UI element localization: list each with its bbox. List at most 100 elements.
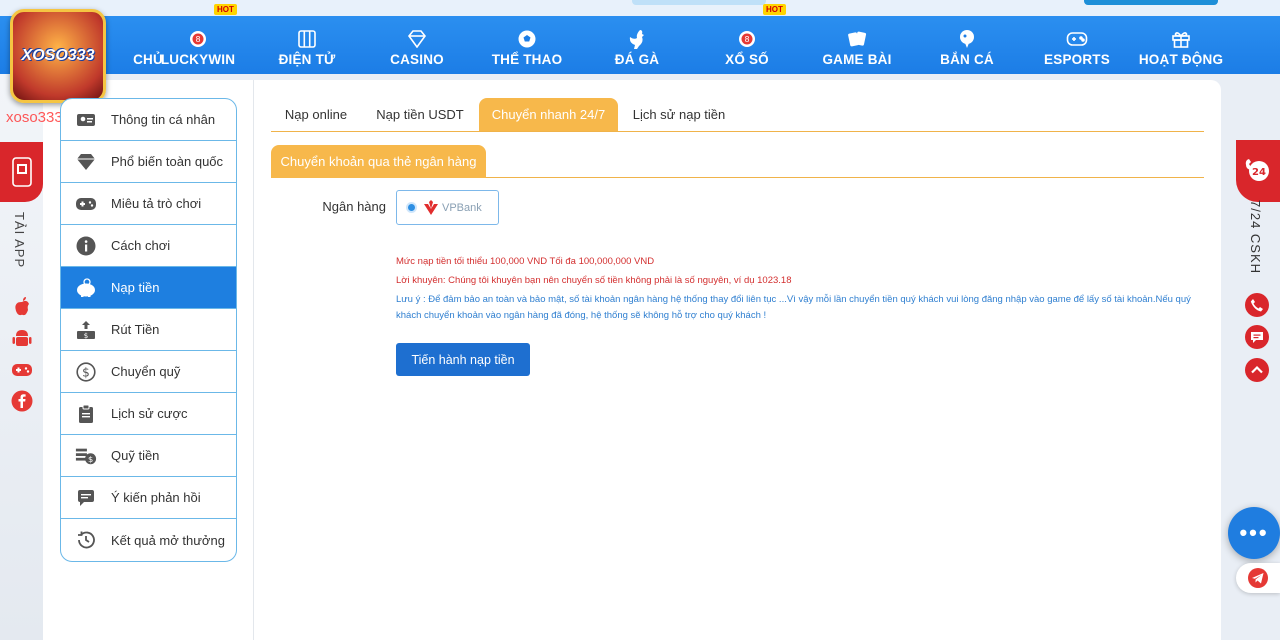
nav-item-luckywin[interactable]: HOT 8 LUCKYWIN <box>143 4 253 74</box>
top-pill-right[interactable] <box>1084 0 1218 5</box>
qr-phone-icon <box>11 157 32 187</box>
menu-item-withdraw[interactable]: $ Rút Tiền <box>61 309 236 351</box>
submit-deposit-button[interactable]: Tiến hành nạp tiền <box>396 343 530 376</box>
menu-label: Lịch sử cược <box>111 406 188 421</box>
android-icon[interactable] <box>10 326 34 350</box>
top-strip <box>0 0 1280 16</box>
facebook-icon[interactable] <box>10 389 34 413</box>
menu-label: Quỹ tiền <box>111 448 160 463</box>
menu-item-game-description[interactable]: Miêu tả trò chơi <box>61 183 236 225</box>
gift-icon <box>1170 28 1192 50</box>
phone-icon[interactable] <box>1245 293 1269 317</box>
tab-nap-online[interactable]: Nạp online <box>271 98 361 131</box>
svg-text:$: $ <box>88 453 93 463</box>
telegram-button[interactable] <box>1236 563 1280 593</box>
nav-item-dien-tu[interactable]: ĐIỆN TỬ <box>252 16 362 74</box>
tab-bank-transfer[interactable]: Chuyển khoản qua thẻ ngân hàng <box>271 145 486 178</box>
top-pill-left[interactable] <box>632 0 766 5</box>
game-controller-icon[interactable] <box>10 358 34 382</box>
account-menu: Thông tin cá nhân Phổ biến toàn quốc Miê… <box>60 98 237 562</box>
tab-chuyen-nhanh[interactable]: Chuyển nhanh 24/7 <box>479 98 618 131</box>
history-icon <box>75 529 97 551</box>
nav-item-ban-ca[interactable]: BẮN CÁ <box>912 16 1022 74</box>
support-24-icon: 24 <box>1245 159 1269 181</box>
brand-logo[interactable]: XOSO333 <box>10 9 106 103</box>
telegram-icon <box>1248 568 1268 588</box>
menu-item-funds[interactable]: $ Quỹ tiền <box>61 435 236 477</box>
menu-item-how-to-play[interactable]: Cách chơi <box>61 225 236 267</box>
nav-label: XỔ SỐ <box>725 51 769 67</box>
menu-label: Nạp tiền <box>111 280 160 295</box>
bank-option-vpbank[interactable]: VPBank <box>396 190 499 225</box>
advice-note: Lời khuyên: Chúng tôi khuyên bạn nên chu… <box>396 275 792 286</box>
logo-text: XOSO333 <box>21 47 95 64</box>
nav-label: ĐIỆN TỬ <box>278 51 336 67</box>
tab-nap-usdt[interactable]: Nạp tiền USDT <box>369 98 471 131</box>
gamepad-icon <box>1066 28 1088 50</box>
diamond-icon <box>406 28 428 50</box>
svg-text:$: $ <box>84 332 88 340</box>
support-label[interactable]: 7/24 CSKH <box>1248 200 1263 274</box>
clipboard-icon <box>75 403 97 425</box>
diamond-icon <box>75 151 97 173</box>
info-icon <box>75 235 97 257</box>
menu-item-personal-info[interactable]: Thông tin cá nhân <box>61 99 236 141</box>
menu-item-transfer[interactable]: $ Chuyển quỹ <box>61 351 236 393</box>
menu-label: Ý kiến phản hồi <box>111 490 201 505</box>
menu-label: Miêu tả trò chơi <box>111 196 202 211</box>
nav-item-xo-so[interactable]: HOT 8 XỔ SỐ <box>692 4 802 74</box>
dollar-circle-icon: $ <box>75 361 97 383</box>
bank-field-label: Ngân hàng <box>322 199 386 214</box>
user-card-icon <box>75 109 97 131</box>
lottery-ball-icon: 8 <box>187 28 209 50</box>
scroll-top-icon[interactable] <box>1245 358 1269 382</box>
slot-machine-icon <box>296 28 318 50</box>
support-24-tab[interactable]: 24 <box>1236 140 1280 202</box>
tab-lich-su-nap[interactable]: Lịch sử nạp tiền <box>627 98 731 131</box>
menu-item-bet-history[interactable]: Lịch sử cược <box>61 393 236 435</box>
hot-badge: HOT <box>763 4 786 15</box>
rooster-icon <box>626 28 648 50</box>
menu-item-nationwide[interactable]: Phổ biến toàn quốc <box>61 141 236 183</box>
menu-label: Thông tin cá nhân <box>111 112 216 127</box>
download-app-label[interactable]: TẢI APP <box>12 212 27 268</box>
nav-item-the-thao[interactable]: THỂ THAO <box>472 16 582 74</box>
nav-label: ESPORTS <box>1044 51 1110 67</box>
vpbank-logo-icon <box>423 199 439 216</box>
fish-icon <box>956 28 978 50</box>
menu-item-feedback[interactable]: Ý kiến phản hồi <box>61 477 236 519</box>
nav-label: BẮN CÁ <box>940 51 994 67</box>
coins-icon: $ <box>75 445 97 467</box>
main-nav: CHỦ HOT 8 LUCKYWIN ĐIỆN TỬ CASINO THỂ TH… <box>0 4 1280 74</box>
deposit-tabs: Nạp online Nạp tiền USDT Chuyển nhanh 24… <box>271 98 1204 132</box>
menu-label: Phổ biến toàn quốc <box>111 154 224 169</box>
nav-item-casino[interactable]: CASINO <box>362 16 472 74</box>
deposit-notes: Mức nạp tiền tối thiểu 100,000 VND Tối đ… <box>396 252 1196 324</box>
nav-label: ĐÁ GÀ <box>614 51 660 67</box>
menu-label: Chuyển quỹ <box>111 364 181 379</box>
menu-label: Rút Tiền <box>111 322 160 337</box>
home-icon <box>109 28 131 50</box>
nav-item-esports[interactable]: ESPORTS <box>1022 16 1132 74</box>
chat-fab-button[interactable]: ••• <box>1228 507 1280 559</box>
menu-item-results[interactable]: Kết quả mở thưởng <box>61 519 236 561</box>
svg-text:8: 8 <box>195 35 200 44</box>
svg-text:24: 24 <box>1252 167 1266 178</box>
warning-note: Lưu ý : Để đảm bảo an toàn và bảo mật, s… <box>396 294 1191 321</box>
svg-text:8: 8 <box>744 35 749 44</box>
deposit-limit-note: Mức nạp tiền tối thiểu 100,000 VND Tối đ… <box>396 256 655 267</box>
menu-label: Kết quả mở thưởng <box>111 532 225 548</box>
nav-label: THỂ THAO <box>491 51 563 67</box>
nav-item-da-ga[interactable]: ĐÁ GÀ <box>582 16 692 74</box>
message-icon[interactable] <box>1245 325 1269 349</box>
menu-item-deposit[interactable]: Nạp tiền <box>61 267 236 309</box>
gamepad-icon <box>75 193 97 215</box>
nav-item-hoat-dong[interactable]: HOẠT ĐỘNG <box>1126 16 1236 74</box>
svg-text:$: $ <box>82 365 90 379</box>
cards-icon <box>846 28 868 50</box>
nav-item-game-bai[interactable]: GAME BÀI <box>802 16 912 74</box>
qr-app-tab[interactable] <box>0 142 43 202</box>
menu-label: Cách chơi <box>111 238 171 253</box>
lottery-ball-icon: 8 <box>736 28 758 50</box>
apple-icon[interactable] <box>10 295 34 319</box>
